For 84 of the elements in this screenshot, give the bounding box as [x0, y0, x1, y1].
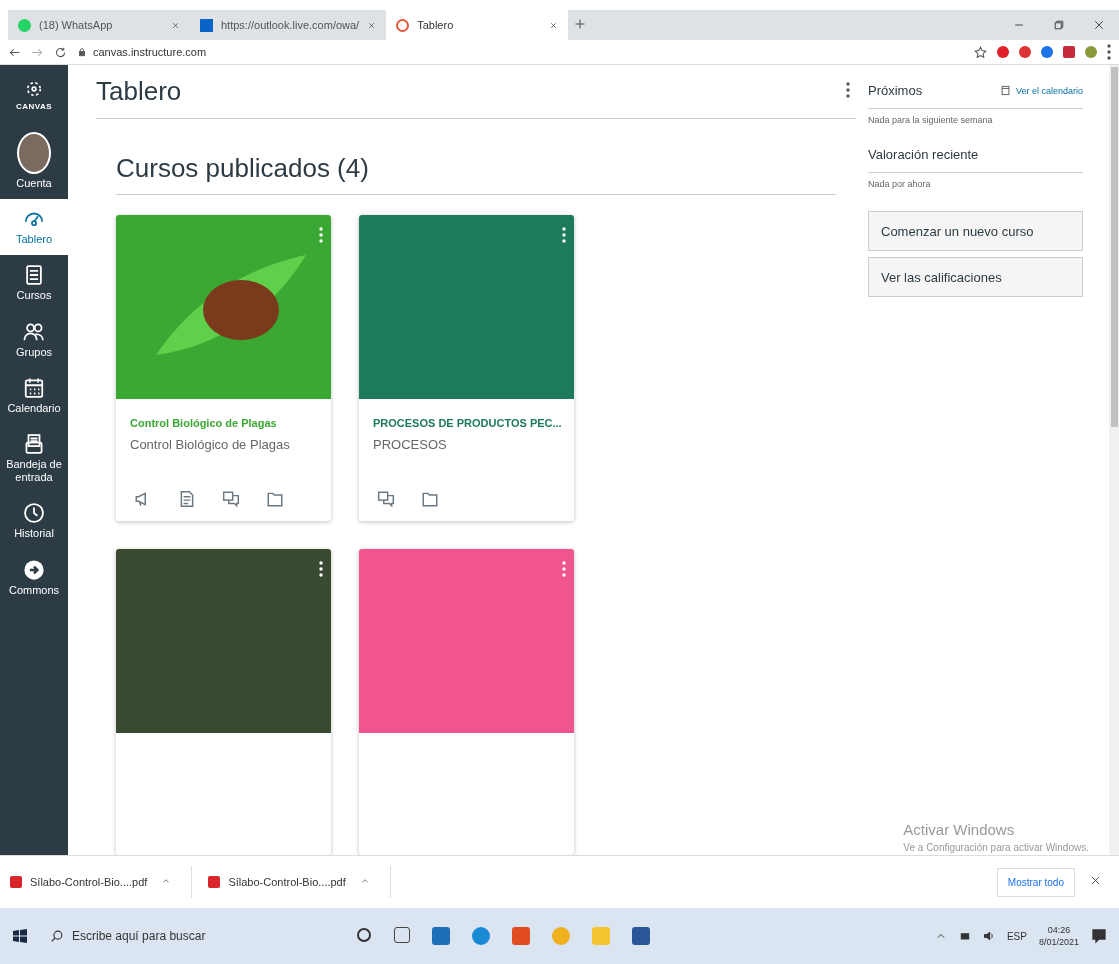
browser-tab[interactable]: Tablero — [386, 10, 569, 40]
calendar-link[interactable]: Ver el calendario — [999, 85, 1083, 96]
logo-icon — [24, 79, 44, 99]
arrow-circle-icon — [23, 558, 45, 581]
windows-icon — [12, 928, 28, 944]
avatar — [17, 132, 51, 174]
sidebar-button[interactable]: Ver las calificaciones — [868, 257, 1083, 297]
upcoming-heading: Próximos — [868, 83, 923, 98]
star-icon — [974, 45, 987, 59]
calendar-icon — [23, 376, 45, 399]
close-icon — [1093, 19, 1105, 31]
lock-icon — [77, 47, 87, 57]
chat-bubbles-icon — [377, 490, 395, 508]
close-icon — [1090, 875, 1101, 886]
show-all-button[interactable]: Mostrar todo — [996, 867, 1075, 897]
folder-icon — [421, 490, 439, 508]
nav-item[interactable]: Calendario — [0, 367, 68, 424]
browser-tab[interactable]: (18) WhatsApp — [8, 10, 190, 40]
page-title: Tablero — [96, 76, 182, 107]
kebab-icon — [562, 227, 566, 243]
activation-text: Ve a Configuración para activar Windows. — [903, 842, 1089, 853]
clock-icon — [23, 502, 45, 525]
kebab-icon — [562, 561, 566, 577]
extension-icon[interactable] — [1041, 46, 1053, 58]
scrollbar-thumb[interactable] — [1110, 67, 1118, 427]
nav-item[interactable]: Bandeja de entrada — [0, 423, 68, 494]
menu-icon — [1107, 44, 1111, 60]
circle-icon — [356, 927, 372, 943]
volume-icon — [982, 930, 995, 942]
upcoming-empty-text: Nada para la siguiente semana — [868, 115, 994, 125]
chat-bubbles-icon — [222, 490, 240, 508]
nav-item[interactable]: Historial — [0, 493, 68, 550]
calendar-icon — [999, 85, 1011, 96]
close-icon — [367, 20, 377, 30]
notifications-icon — [1091, 928, 1107, 944]
browser-tab[interactable]: https://outlook.live.com/owa/ — [190, 10, 387, 40]
sidebar-button[interactable]: Comenzar un nuevo curso — [868, 211, 1083, 251]
nav-item[interactable]: Cursos — [0, 255, 68, 312]
kebab-icon — [319, 227, 323, 243]
mail-logo-icon — [200, 18, 213, 32]
feedback-heading: Valoración reciente — [868, 147, 1083, 173]
nav-item[interactable]: Cuenta — [0, 123, 68, 200]
download-item[interactable]: Sílabo-Control-Bio....pdf — [228, 876, 346, 888]
kebab-icon — [846, 82, 850, 98]
reload-icon — [54, 45, 67, 59]
extension-icon[interactable] — [1019, 46, 1031, 58]
course-code: PROCESOS — [373, 437, 448, 452]
download-item[interactable]: Sílabo-Control-Bio....pdf — [30, 876, 148, 888]
pdf-icon — [208, 876, 221, 888]
nav-item[interactable]: Grupos — [0, 311, 68, 368]
course-code: Control Biológico de Plagas — [130, 437, 291, 452]
profile-icon[interactable] — [1085, 46, 1097, 58]
plus-icon — [574, 18, 587, 30]
folder-icon — [266, 490, 284, 508]
close-icon — [171, 20, 180, 30]
close-icon — [549, 20, 559, 30]
search-field[interactable]: Escribe aquí para buscar — [42, 916, 312, 956]
kebab-icon — [319, 561, 323, 577]
language-indicator[interactable]: ESP — [1006, 930, 1027, 942]
address-field[interactable]: canvas.instructure.com — [93, 46, 207, 58]
extension-icon[interactable] — [1063, 46, 1075, 58]
clock-date[interactable]: 8/01/2021 — [1038, 937, 1079, 947]
nav-item[interactable]: Tablero — [0, 199, 68, 256]
extension-icon[interactable] — [997, 46, 1009, 58]
pdf-icon — [10, 876, 22, 888]
browser-app-icon[interactable] — [472, 927, 490, 945]
inbox-icon — [23, 432, 45, 455]
feedback-empty-text: Nada por ahora — [868, 179, 932, 189]
task-view-icon[interactable] — [394, 927, 410, 943]
section-heading: Cursos publicados (4) — [116, 153, 836, 195]
document-icon — [178, 490, 196, 508]
course-title[interactable]: PROCESOS DE PRODUCTOS PEC... — [373, 417, 560, 429]
nav-item[interactable]: Commons — [0, 549, 68, 606]
chat-logo-icon — [18, 18, 31, 32]
activation-title: Activar Windows — [903, 821, 1016, 838]
course-card[interactable]: Control Biológico de Plagas Control Biológico de Plagas — [116, 215, 331, 521]
ring-logo-icon — [396, 18, 410, 32]
restore-icon — [1053, 19, 1065, 31]
clock-time[interactable]: 04:26 — [1047, 925, 1071, 935]
book-icon — [23, 264, 45, 287]
logo-text: CANVAS — [15, 102, 53, 111]
search-icon — [50, 929, 64, 943]
course-card[interactable] — [116, 549, 331, 855]
course-card[interactable]: PROCESOS DE PRODUCTOS PEC... PROCESOS — [359, 215, 574, 521]
